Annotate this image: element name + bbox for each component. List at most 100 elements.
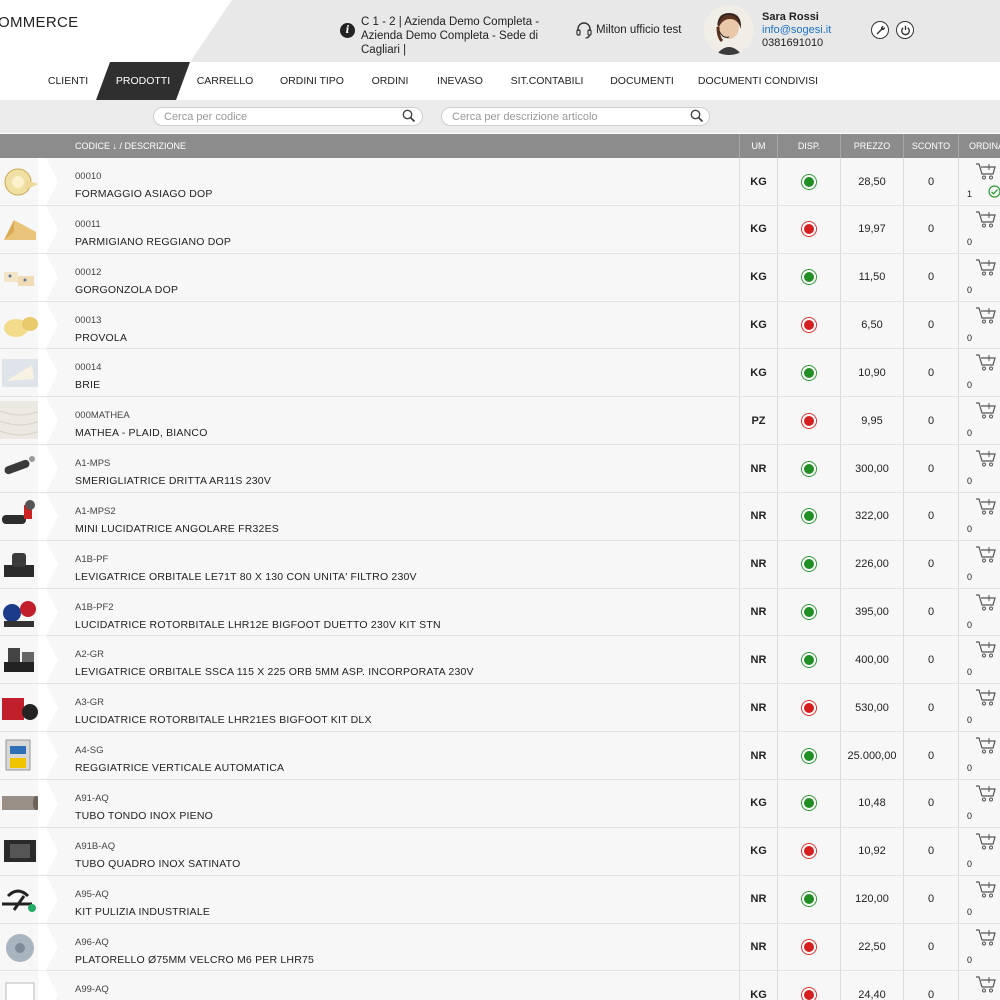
table-row[interactable]: 00012 GORGONZOLA DOP KG 11,50 0 0 xyxy=(0,253,1000,302)
nav-sit-contabili[interactable]: SIT.CONTABILI xyxy=(504,62,590,100)
nav-ordini[interactable]: ORDINI xyxy=(364,62,416,100)
table-row[interactable]: A96-AQ PLATORELLO Ø75MM VELCRO M6 PER LHR… xyxy=(0,923,1000,972)
order-quantity[interactable]: 0 xyxy=(967,620,972,630)
product-description[interactable]: LEVIGATRICE ORBITALE SSCA 115 X 225 ORB … xyxy=(75,666,474,678)
product-thumbnail[interactable] xyxy=(0,688,40,726)
product-thumbnail[interactable] xyxy=(0,640,40,678)
table-row[interactable]: A99-AQKG24,4000 xyxy=(0,971,1000,1000)
product-description[interactable]: BRIE xyxy=(75,379,100,391)
product-description[interactable]: PARMIGIANO REGGIANO DOP xyxy=(75,236,231,248)
table-row[interactable]: A1B-PF LEVIGATRICE ORBITALE LE71T 80 X 13… xyxy=(0,540,1000,589)
product-thumbnail[interactable] xyxy=(0,784,40,822)
product-description[interactable]: TUBO TONDO INOX PIENO xyxy=(75,810,213,822)
cart-icon[interactable] xyxy=(975,162,997,180)
nav-prodotti[interactable]: PRODOTTI xyxy=(96,62,190,100)
product-thumbnail[interactable] xyxy=(0,736,40,774)
product-description[interactable]: REGGIATRICE VERTICALE AUTOMATICA xyxy=(75,762,284,774)
search-desc-input[interactable] xyxy=(441,107,710,126)
product-thumbnail[interactable] xyxy=(0,449,40,487)
table-row[interactable]: 00011 PARMIGIANO REGGIANO DOP KG 19,97 0 0 xyxy=(0,205,1000,254)
order-quantity[interactable]: 0 xyxy=(967,524,972,534)
avatar[interactable] xyxy=(704,5,754,55)
search-code-input[interactable] xyxy=(153,107,423,126)
cart-icon[interactable] xyxy=(975,736,997,754)
product-description[interactable]: LUCIDATRICE ROTORBITALE LHR12E BIGFOOT D… xyxy=(75,619,441,631)
order-quantity[interactable]: 0 xyxy=(967,428,972,438)
nav-clienti[interactable]: CLIENTI xyxy=(40,62,96,100)
cart-icon[interactable] xyxy=(975,593,997,611)
product-thumbnail[interactable] xyxy=(0,593,40,631)
search-icon[interactable] xyxy=(402,109,416,123)
logout-button[interactable] xyxy=(896,21,914,39)
table-row[interactable]: A2-GR LEVIGATRICE ORBITALE SSCA 115 X 225… xyxy=(0,636,1000,685)
product-thumbnail[interactable] xyxy=(0,210,40,248)
cart-icon[interactable] xyxy=(975,928,997,946)
cart-icon[interactable] xyxy=(975,210,997,228)
cart-icon[interactable] xyxy=(975,258,997,276)
order-quantity[interactable]: 1 xyxy=(967,189,972,199)
col-prezzo[interactable]: PREZZO xyxy=(840,134,903,158)
nav-ordini-tipo[interactable]: ORDINI TIPO xyxy=(272,62,352,100)
product-description[interactable]: LEVIGATRICE ORBITALE LE71T 80 X 130 CON … xyxy=(75,571,417,583)
col-disp[interactable]: DISP. xyxy=(777,134,840,158)
table-row[interactable]: A1B-PF2 LUCIDATRICE ROTORBITALE LHR12E BI… xyxy=(0,588,1000,637)
product-description[interactable]: PLATORELLO Ø75MM VELCRO M6 PER LHR75 xyxy=(75,954,314,966)
order-quantity[interactable]: 0 xyxy=(967,859,972,869)
nav-inevaso[interactable]: INEVASO xyxy=(430,62,490,100)
product-thumbnail[interactable] xyxy=(0,880,40,918)
table-row[interactable]: A1-MPS2 MINI LUCIDATRICE ANGOLARE FR32ES N… xyxy=(0,492,1000,541)
user-email[interactable]: info@sogesi.it xyxy=(762,24,831,37)
product-thumbnail[interactable] xyxy=(0,832,40,870)
product-description[interactable]: KIT PULIZIA INDUSTRIALE xyxy=(75,906,210,918)
table-row[interactable]: A4-SG REGGIATRICE VERTICALE AUTOMATICA NR 2… xyxy=(0,732,1000,780)
order-quantity[interactable]: 0 xyxy=(967,572,972,582)
cart-icon[interactable] xyxy=(975,832,997,850)
col-um[interactable]: UM xyxy=(739,134,777,158)
product-description[interactable]: PROVOLA xyxy=(75,332,127,344)
cart-icon[interactable] xyxy=(975,688,997,706)
order-quantity[interactable]: 0 xyxy=(967,763,972,773)
order-quantity[interactable]: 0 xyxy=(967,811,972,821)
product-description[interactable]: FORMAGGIO ASIAGO DOP xyxy=(75,188,213,200)
info-icon[interactable]: i xyxy=(340,23,355,38)
table-row[interactable]: A91B-AQ TUBO QUADRO INOX SATINATO KG 10,92 0… xyxy=(0,827,1000,876)
table-row[interactable]: A1-MPS SMERIGLIATRICE DRITTA AR11S 230V NR… xyxy=(0,445,1000,493)
product-thumbnail[interactable] xyxy=(0,401,40,440)
product-description[interactable]: TUBO QUADRO INOX SATINATO xyxy=(75,858,240,870)
table-row[interactable]: A95-AQ KIT PULIZIA INDUSTRIALE NR 120,00 0 0 xyxy=(0,875,1000,924)
cart-icon[interactable] xyxy=(975,880,997,898)
order-quantity[interactable]: 0 xyxy=(967,476,972,486)
product-thumbnail[interactable] xyxy=(0,545,40,583)
search-icon[interactable] xyxy=(690,109,704,123)
order-quantity[interactable]: 0 xyxy=(967,333,972,343)
cart-icon[interactable] xyxy=(975,306,997,324)
order-quantity[interactable]: 0 xyxy=(967,380,972,390)
product-description[interactable]: SMERIGLIATRICE DRITTA AR11S 230V xyxy=(75,475,271,487)
cart-icon[interactable] xyxy=(975,353,997,371)
product-thumbnail[interactable] xyxy=(0,258,40,296)
product-thumbnail[interactable] xyxy=(0,162,40,200)
cart-icon[interactable] xyxy=(975,449,997,467)
table-row[interactable]: 00010 FORMAGGIO ASIAGO DOP KG 28,50 0 1 xyxy=(0,158,1000,206)
nav-documenti[interactable]: DOCUMENTI xyxy=(604,62,680,100)
product-description[interactable]: MATHEA - PLAID, BIANCO xyxy=(75,427,208,439)
cart-icon[interactable] xyxy=(975,545,997,563)
table-row[interactable]: A3-GR LUCIDATRICE ROTORBITALE LHR21ES BIG… xyxy=(0,684,1000,733)
cart-icon[interactable] xyxy=(975,497,997,515)
settings-button[interactable] xyxy=(871,21,889,39)
table-row[interactable]: A91-AQ TUBO TONDO INOX PIENO KG 10,48 0 0 xyxy=(0,779,1000,828)
col-code-desc[interactable]: CODICE ↓ / DESCRIZIONE xyxy=(75,134,186,158)
cart-icon[interactable] xyxy=(975,640,997,658)
product-description[interactable]: GORGONZOLA DOP xyxy=(75,284,178,296)
order-quantity[interactable]: 0 xyxy=(967,715,972,725)
order-quantity[interactable]: 0 xyxy=(967,667,972,677)
nav-carrello[interactable]: CARRELLO xyxy=(192,62,258,100)
cart-icon[interactable] xyxy=(975,975,997,993)
order-quantity[interactable]: 0 xyxy=(967,907,972,917)
product-description[interactable]: LUCIDATRICE ROTORBITALE LHR21ES BIGFOOT … xyxy=(75,714,372,726)
product-thumbnail[interactable] xyxy=(0,975,40,1000)
col-ordina[interactable]: ORDINA xyxy=(958,134,1000,158)
product-thumbnail[interactable] xyxy=(0,306,40,344)
order-quantity[interactable]: 0 xyxy=(967,955,972,965)
product-thumbnail[interactable] xyxy=(0,353,40,391)
